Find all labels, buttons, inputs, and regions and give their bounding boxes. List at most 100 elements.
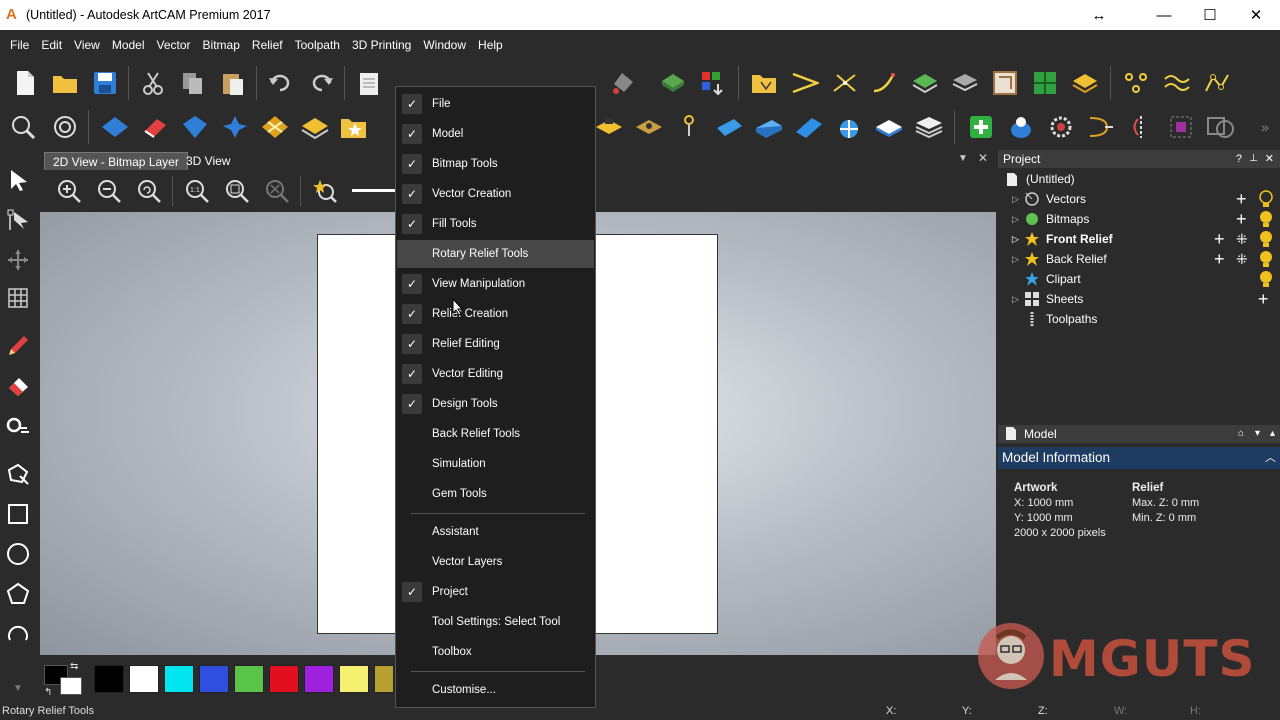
menu-item-tool-settings[interactable]: Tool Settings: Select Tool	[397, 608, 594, 636]
collapse-panel-icon[interactable]: ▴	[1270, 425, 1275, 443]
menu-edit[interactable]: Edit	[35, 38, 68, 52]
bitmap-colors-icon[interactable]	[698, 68, 728, 98]
expand-arrow-icon[interactable]: ▷	[1012, 214, 1024, 225]
menu-item-fill-tools[interactable]: ✓ Fill Tools	[397, 210, 594, 238]
menu-item-toolbox[interactable]: Toolbox	[397, 638, 594, 666]
help-icon[interactable]: ?	[1236, 150, 1242, 168]
tree-item-vectors[interactable]: ▷ Vectors	[1012, 189, 1086, 209]
orange-curve-icon[interactable]	[1086, 112, 1116, 142]
palette-swatch[interactable]	[199, 665, 229, 693]
copy-icon[interactable]	[178, 68, 208, 98]
menu-item-assistant[interactable]: Assistant	[397, 518, 594, 546]
trim-vector-icon[interactable]	[830, 68, 860, 98]
relief-layer-icon[interactable]	[910, 68, 940, 98]
blue-blob-icon[interactable]	[1006, 112, 1036, 142]
select-arrow-icon[interactable]	[4, 166, 32, 194]
menu-view[interactable]: View	[68, 38, 106, 52]
text-tool-icon[interactable]	[4, 412, 32, 440]
transform-icon[interactable]	[4, 246, 32, 274]
visibility-bulb-icon[interactable]	[1258, 270, 1274, 291]
polygon-tool-icon[interactable]	[4, 580, 32, 608]
red-gear-icon[interactable]	[1046, 112, 1076, 142]
menu-item-vector-layers[interactable]: Vector Layers	[397, 548, 594, 576]
toolbar-overflow-icon[interactable]: »	[1250, 112, 1280, 142]
yellow-layer-icon[interactable]	[300, 112, 330, 142]
wave-pattern-icon[interactable]	[1162, 68, 1192, 98]
menu-item-relief-creation[interactable]: ✓ Relief Creation	[397, 300, 594, 328]
blue-tilt-icon[interactable]	[714, 112, 744, 142]
frame-icon[interactable]	[990, 68, 1020, 98]
tab-close-icon[interactable]: ✕	[978, 151, 988, 165]
add-sheet-icon[interactable]: +	[1258, 290, 1269, 308]
save-icon[interactable]	[90, 68, 120, 98]
redo-icon[interactable]	[306, 68, 336, 98]
menu-item-relief-editing[interactable]: ✓ Relief Editing	[397, 330, 594, 358]
menu-vector[interactable]: Vector	[151, 38, 197, 52]
zoom-out-icon[interactable]	[94, 176, 124, 206]
menu-item-file[interactable]: ✓ File	[397, 90, 594, 118]
menu-file[interactable]: File	[0, 38, 35, 52]
zoom-box-icon[interactable]	[8, 112, 38, 142]
minimize-panel-icon[interactable]: ▾	[1255, 425, 1260, 443]
menu-model[interactable]: Model	[106, 38, 151, 52]
palette-swatch[interactable]	[164, 665, 194, 693]
blue-sheet-icon[interactable]	[754, 112, 784, 142]
visibility-bulb-icon[interactable]	[1258, 210, 1274, 231]
blue-extrude-icon[interactable]	[180, 112, 210, 142]
tree-item-clipart[interactable]: Clipart	[1024, 269, 1081, 289]
close-button[interactable]: ✕	[1233, 0, 1279, 30]
menu-item-customise[interactable]: Customise...	[397, 676, 594, 704]
menu-relief[interactable]: Relief	[246, 38, 289, 52]
tree-item-sheets[interactable]: ▷ Sheets	[1012, 289, 1083, 309]
vector-arrow-icon[interactable]	[790, 68, 820, 98]
gold-relief-icon[interactable]	[634, 112, 664, 142]
menu-item-bitmap-tools[interactable]: ✓ Bitmap Tools	[397, 150, 594, 178]
weave-icon[interactable]	[260, 112, 290, 142]
paste-icon[interactable]	[218, 68, 248, 98]
menu-item-simulation[interactable]: Simulation	[397, 450, 594, 478]
palette-swatch[interactable]	[374, 665, 394, 693]
add-front-relief-icon[interactable]: +	[1214, 230, 1225, 248]
arc-tool-icon[interactable]	[4, 620, 32, 648]
tree-item-back-relief[interactable]: ▷ Back Relief	[1012, 249, 1107, 269]
yellow-relief-icon[interactable]	[594, 112, 624, 142]
menu-item-view-manipulation[interactable]: ✓ View Manipulation	[397, 270, 594, 298]
circle-tool-icon[interactable]	[4, 540, 32, 568]
open-vector-folder-icon[interactable]	[750, 68, 780, 98]
swap-colors-icon[interactable]: ⇆	[70, 661, 78, 672]
tab-3d-view[interactable]: 3D View	[178, 152, 238, 170]
palette-swatch[interactable]	[339, 665, 369, 693]
yellow-stack-icon[interactable]	[1070, 68, 1100, 98]
star-folder-icon[interactable]	[340, 112, 370, 142]
resize-arrows-icon[interactable]: ↔	[1076, 0, 1122, 30]
menu-help[interactable]: Help	[472, 38, 509, 52]
close-panel-icon[interactable]: ✕	[1265, 150, 1274, 168]
palette-swatch[interactable]	[94, 665, 124, 693]
add-green-icon[interactable]	[966, 112, 996, 142]
cut-icon[interactable]	[138, 68, 168, 98]
overlap-shapes-icon[interactable]	[1206, 112, 1236, 142]
blue-star-relief-icon[interactable]	[220, 112, 250, 142]
pencil-icon[interactable]	[4, 332, 32, 360]
grid-add-icon[interactable]: ⁜	[1236, 230, 1248, 248]
rectangle-tool-icon[interactable]	[4, 500, 32, 528]
menu-item-gem-tools[interactable]: Gem Tools	[397, 480, 594, 508]
menu-item-vector-creation[interactable]: ✓ Vector Creation	[397, 180, 594, 208]
blue-flat-icon[interactable]	[874, 112, 904, 142]
layered-stack-icon[interactable]	[914, 112, 944, 142]
model-info-header[interactable]: Model Information ︿	[998, 447, 1280, 469]
maximize-button[interactable]: ☐	[1187, 0, 1233, 30]
warp-grid-icon[interactable]	[4, 284, 32, 312]
purple-square-icon[interactable]	[1166, 112, 1196, 142]
chevron-up-icon[interactable]: ︿	[1265, 447, 1276, 469]
open-folder-icon[interactable]	[50, 68, 80, 98]
tab-2d-view[interactable]: 2D View - Bitmap Layer	[44, 152, 188, 170]
add-back-relief-icon[interactable]: +	[1214, 250, 1225, 268]
notepad-icon[interactable]	[354, 68, 384, 98]
fill-eraser-icon[interactable]	[4, 372, 32, 400]
expand-arrow-icon[interactable]: ▷	[1012, 294, 1024, 305]
new-file-icon[interactable]	[10, 68, 40, 98]
green-grid-icon[interactable]	[1030, 68, 1060, 98]
expand-arrow-icon[interactable]: ▷	[1012, 194, 1024, 205]
nodes-icon[interactable]	[1122, 68, 1152, 98]
